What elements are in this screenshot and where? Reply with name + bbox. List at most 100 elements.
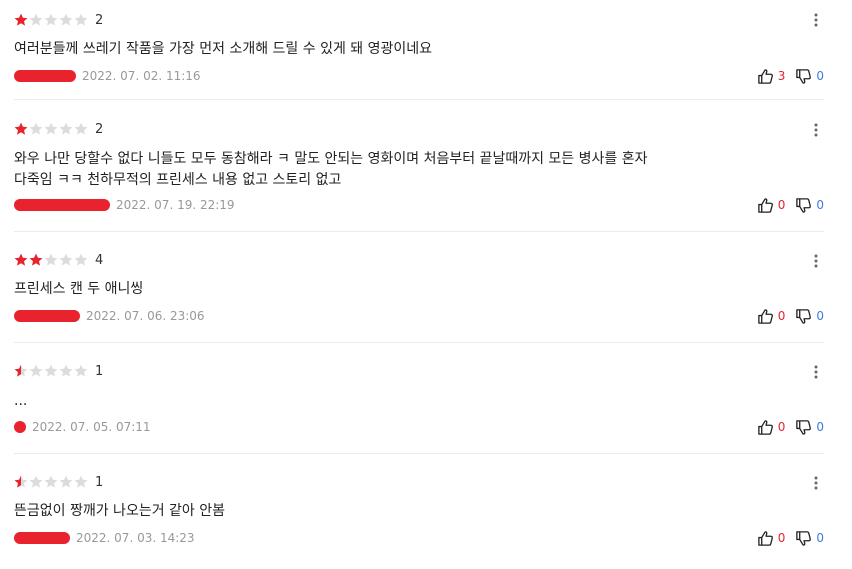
rating-score: 2: [95, 12, 104, 28]
review-item: 1 ... 2022. 07. 05. 07:11 0 0: [14, 343, 824, 454]
review-meta: 2022. 07. 06. 23:06: [14, 307, 205, 325]
star-icon: [14, 122, 28, 135]
dislike-button[interactable]: 0: [795, 530, 824, 547]
star-icon: [74, 253, 88, 266]
like-button[interactable]: 3: [757, 68, 786, 85]
star-icon: [44, 364, 58, 377]
star-icon: [59, 13, 73, 26]
dislike-count: 0: [816, 309, 824, 323]
thumbs-down-icon: [795, 530, 812, 547]
star-icon: [14, 364, 28, 377]
review-date: 2022. 07. 05. 07:11: [32, 420, 151, 434]
more-options-icon[interactable]: [808, 473, 824, 493]
star-icon: [29, 122, 43, 135]
like-button[interactable]: 0: [757, 197, 786, 214]
review-list: 2 여러분들께 쓰레기 작품을 가장 먼저 소개해 드릴 수 있게 돼 영광이네…: [0, 0, 852, 569]
review-meta: 2022. 07. 02. 11:16: [14, 67, 201, 85]
rating-row: 1: [14, 473, 103, 491]
star-icon: [44, 13, 58, 26]
more-options-icon[interactable]: [808, 362, 824, 382]
vote-actions: 0 0: [757, 196, 824, 214]
vote-actions: 0 0: [757, 307, 824, 325]
review-item: 4 프린세스 캔 두 애니씽 2022. 07. 06. 23:06 0 0: [14, 232, 824, 343]
like-button[interactable]: 0: [757, 308, 786, 325]
vote-actions: 0 0: [757, 418, 824, 436]
review-item: 2 와우 나만 당할수 없다 니들도 모두 동참해라 ㅋ 말도 안되는 영화이며…: [14, 100, 824, 232]
rating-row: 2: [14, 11, 103, 29]
thumbs-up-icon: [757, 197, 774, 214]
star-icon: [59, 364, 73, 377]
star-icon: [44, 253, 58, 266]
vote-actions: 0 0: [757, 529, 824, 547]
thumbs-up-icon: [757, 308, 774, 325]
rating-score: 1: [95, 363, 104, 379]
rating-row: 2: [14, 120, 103, 138]
rating-row: 1: [14, 362, 103, 380]
review-text: 뜬금없이 짱깨가 나오는거 같아 안봄: [14, 503, 225, 519]
review-text: 프린세스 캔 두 애니씽: [14, 281, 144, 297]
star-icon: [44, 475, 58, 488]
dislike-count: 0: [816, 531, 824, 545]
star-rating: [14, 122, 88, 136]
review-date: 2022. 07. 03. 14:23: [76, 531, 195, 545]
star-icon: [74, 364, 88, 377]
like-count: 0: [777, 531, 786, 545]
review-date: 2022. 07. 06. 23:06: [86, 309, 205, 323]
dislike-button[interactable]: 0: [795, 419, 824, 436]
like-count: 0: [777, 309, 786, 323]
star-rating: [14, 364, 88, 378]
review-date: 2022. 07. 02. 11:16: [82, 69, 201, 83]
like-count: 0: [777, 198, 786, 212]
star-icon: [14, 475, 28, 488]
thumbs-down-icon: [795, 197, 812, 214]
star-icon: [74, 122, 88, 135]
review-meta: 2022. 07. 03. 14:23: [14, 529, 195, 547]
dislike-button[interactable]: 0: [795, 308, 824, 325]
redacted-username: [14, 70, 76, 82]
rating-score: 4: [95, 252, 104, 268]
dislike-button[interactable]: 0: [795, 68, 824, 85]
thumbs-up-icon: [757, 68, 774, 85]
rating-row: 4: [14, 251, 103, 269]
redacted-username: [14, 310, 80, 322]
rating-score: 2: [95, 121, 104, 137]
review-text: 와우 나만 당할수 없다 니들도 모두 동참해라 ㅋ 말도 안되는 영화이며 처…: [14, 151, 648, 188]
star-icon: [44, 122, 58, 135]
star-rating: [14, 253, 88, 267]
dislike-count: 0: [816, 420, 824, 434]
star-icon: [29, 475, 43, 488]
redacted-username: [14, 421, 26, 433]
star-icon: [59, 122, 73, 135]
review-meta: 2022. 07. 05. 07:11: [14, 418, 151, 436]
thumbs-down-icon: [795, 68, 812, 85]
more-options-icon[interactable]: [808, 120, 824, 140]
redacted-username: [14, 199, 110, 211]
thumbs-down-icon: [795, 308, 812, 325]
star-icon: [59, 475, 73, 488]
like-button[interactable]: 0: [757, 530, 786, 547]
star-icon: [29, 253, 43, 266]
thumbs-down-icon: [795, 419, 812, 436]
review-text: ...: [14, 393, 28, 409]
dislike-count: 0: [816, 69, 824, 83]
like-count: 0: [777, 420, 786, 434]
more-options-icon[interactable]: [808, 10, 824, 30]
more-options-icon[interactable]: [808, 251, 824, 271]
dislike-count: 0: [816, 198, 824, 212]
star-icon: [74, 475, 88, 488]
dislike-button[interactable]: 0: [795, 197, 824, 214]
star-icon: [29, 13, 43, 26]
star-icon: [29, 364, 43, 377]
star-icon: [14, 253, 28, 266]
review-text: 여러분들께 쓰레기 작품을 가장 먼저 소개해 드릴 수 있게 돼 영광이네요: [14, 41, 433, 57]
star-icon: [14, 13, 28, 26]
vote-actions: 3 0: [757, 67, 824, 85]
star-icon: [74, 13, 88, 26]
like-count: 3: [777, 69, 786, 83]
review-meta: 2022. 07. 19. 22:19: [14, 196, 235, 214]
redacted-username: [14, 532, 70, 544]
rating-score: 1: [95, 474, 104, 490]
review-date: 2022. 07. 19. 22:19: [116, 198, 235, 212]
thumbs-up-icon: [757, 419, 774, 436]
like-button[interactable]: 0: [757, 419, 786, 436]
